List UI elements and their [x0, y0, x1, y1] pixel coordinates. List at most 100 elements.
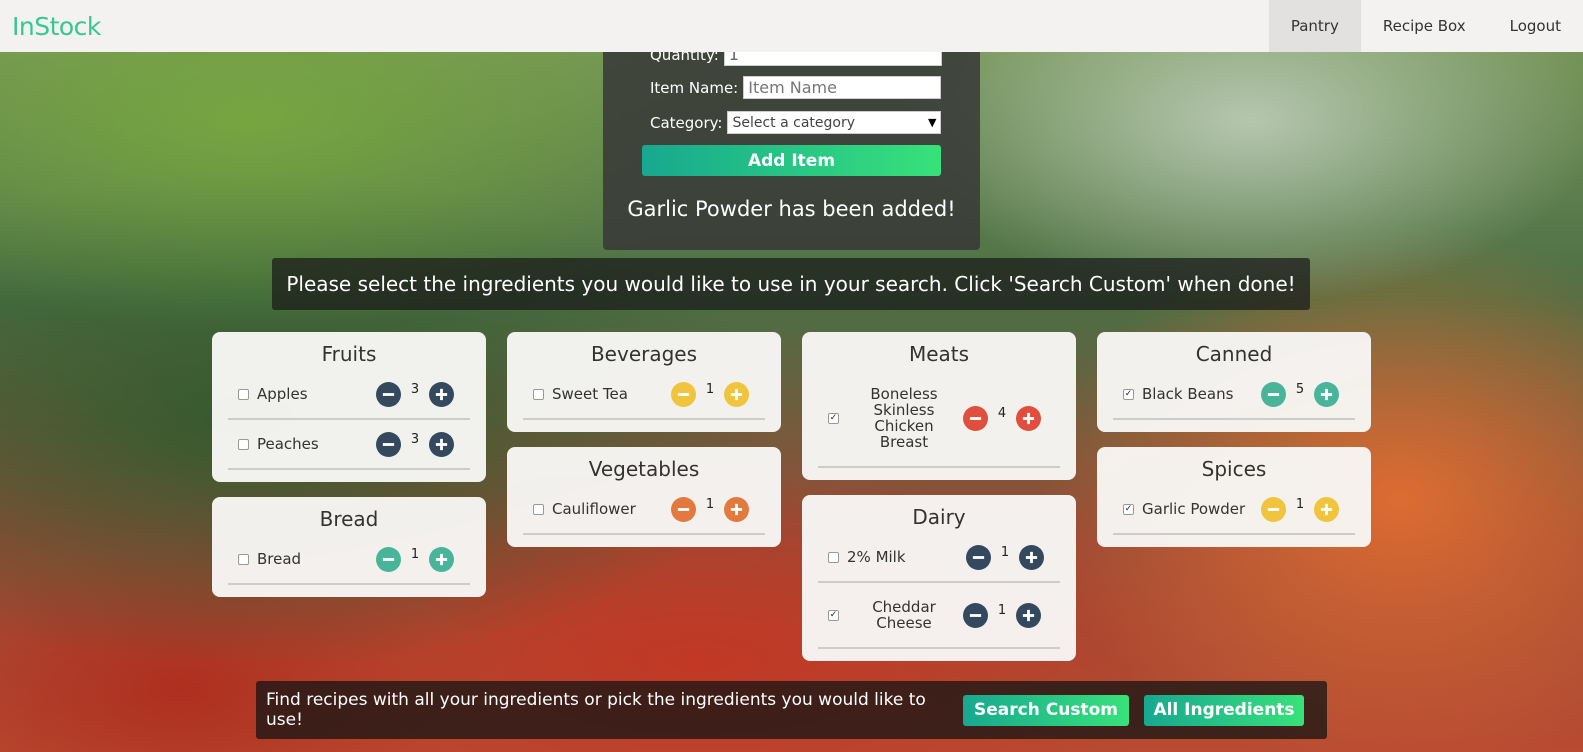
item-name-label: Item Name: [650, 78, 739, 97]
item-quantity: 1 [997, 602, 1007, 618]
decrement-button[interactable] [671, 381, 696, 407]
qty-controls: 1 [963, 602, 1041, 628]
decrement-button[interactable] [963, 602, 988, 628]
item-name: Sweet Tea [552, 385, 628, 403]
item-quantity: 1 [410, 546, 420, 562]
plus-icon [1320, 388, 1333, 400]
navbar: InStock Pantry Recipe Box Logout [0, 0, 1583, 52]
item-checkbox[interactable] [533, 503, 544, 515]
card-title: Bread [319, 507, 379, 531]
qty-controls: 1 [671, 496, 749, 522]
item-checkbox[interactable] [238, 388, 249, 400]
item-checkbox[interactable] [238, 553, 249, 565]
list-item: Cauliflower 1 [523, 485, 765, 535]
search-custom-button[interactable]: Search Custom [963, 694, 1129, 726]
increment-button[interactable] [429, 381, 454, 407]
card-title: Meats [908, 342, 970, 366]
increment-button[interactable] [1016, 405, 1041, 431]
item-quantity: 1 [705, 381, 715, 397]
item-checkbox[interactable]: ✓ [1123, 388, 1134, 400]
nav-logout[interactable]: Logout [1488, 0, 1583, 52]
increment-button[interactable] [1314, 496, 1339, 522]
qty-controls: 3 [376, 381, 454, 407]
category-selected: Select a category [732, 114, 856, 131]
minus-icon [382, 557, 395, 561]
decrement-button[interactable] [376, 381, 401, 407]
item-name-row: Item Name: [650, 76, 942, 99]
item-name: Cheddar Cheese [872, 598, 936, 632]
qty-controls: 1 [671, 381, 749, 407]
minus-icon [677, 392, 690, 396]
nav-pantry[interactable]: Pantry [1268, 0, 1361, 52]
recipe-search-bar: Find recipes with all your ingredients o… [256, 681, 1327, 739]
decrement-button[interactable] [1261, 381, 1286, 407]
item-checkbox[interactable] [238, 438, 249, 450]
minus-icon [969, 613, 982, 617]
card-title: Canned [1195, 342, 1273, 366]
increment-button[interactable] [724, 381, 749, 407]
category-card-canned: Canned ✓ Black Beans 5 [1097, 332, 1371, 432]
card-title: Beverages [590, 342, 698, 366]
decrement-button[interactable] [376, 546, 401, 572]
add-item-button[interactable]: Add Item [642, 145, 941, 176]
plus-icon [1025, 551, 1038, 563]
status-message: Garlic Powder has been added! [627, 197, 956, 221]
item-checkbox[interactable]: ✓ [828, 412, 839, 424]
chevron-down-icon: ▼ [928, 116, 937, 129]
item-name: Cauliflower [552, 500, 636, 518]
item-name: Garlic Powder [1142, 500, 1246, 518]
category-label: Category: [650, 113, 723, 132]
list-item: ✓ Boneless Skinless Chicken Breast 4 [818, 370, 1060, 468]
qty-controls: 1 [1261, 496, 1339, 522]
increment-button[interactable] [724, 496, 749, 522]
list-item: ✓ Cheddar Cheese 1 [818, 583, 1060, 649]
qty-controls: 1 [376, 546, 454, 572]
item-quantity: 5 [1295, 381, 1305, 397]
plus-icon [1022, 609, 1035, 621]
qty-controls: 3 [376, 431, 454, 457]
brand-logo[interactable]: InStock [12, 12, 101, 41]
plus-icon [1022, 412, 1035, 424]
decrement-button[interactable] [966, 544, 991, 570]
nav-recipe-box[interactable]: Recipe Box [1361, 0, 1488, 52]
decrement-button[interactable] [376, 431, 401, 457]
increment-button[interactable] [1016, 602, 1041, 628]
item-checkbox[interactable] [828, 551, 839, 563]
increment-button[interactable] [1314, 381, 1339, 407]
category-card-bread: Bread Bread 1 [212, 497, 486, 597]
minus-icon [382, 442, 395, 446]
minus-icon [1267, 507, 1280, 511]
nav-links: Pantry Recipe Box Logout [1268, 0, 1583, 52]
search-instruction: Find recipes with all your ingredients o… [266, 690, 926, 730]
increment-button[interactable] [429, 546, 454, 572]
card-title: Spices [1201, 457, 1267, 481]
item-name-input[interactable] [743, 76, 942, 99]
increment-button[interactable] [1019, 544, 1044, 570]
item-checkbox[interactable] [533, 388, 544, 400]
minus-icon [382, 392, 395, 396]
increment-button[interactable] [429, 431, 454, 457]
item-name: Apples [257, 385, 308, 403]
list-item: Peaches 3 [228, 420, 470, 470]
list-item: 2% Milk 1 [818, 533, 1060, 583]
card-title: Vegetables [588, 457, 700, 481]
qty-controls: 1 [966, 544, 1044, 570]
qty-controls: 4 [963, 405, 1041, 431]
item-quantity: 3 [410, 381, 420, 397]
category-card-beverages: Beverages Sweet Tea 1 [507, 332, 781, 432]
category-card-spices: Spices ✓ Garlic Powder 1 [1097, 447, 1371, 547]
item-name: Black Beans [1142, 385, 1234, 403]
item-checkbox[interactable]: ✓ [828, 609, 839, 621]
list-item: Apples 3 [228, 370, 470, 420]
all-ingredients-button[interactable]: All Ingredients [1144, 694, 1304, 726]
plus-icon [435, 438, 448, 450]
item-name: Boneless Skinless Chicken Breast [870, 385, 938, 451]
item-checkbox[interactable]: ✓ [1123, 503, 1134, 515]
category-select[interactable]: Select a category ▼ [727, 111, 942, 134]
decrement-button[interactable] [1261, 496, 1286, 522]
instruction-banner: Please select the ingredients you would … [272, 258, 1310, 310]
item-quantity: 1 [705, 496, 715, 512]
decrement-button[interactable] [671, 496, 696, 522]
decrement-button[interactable] [963, 405, 988, 431]
category-row: Category: Select a category ▼ [650, 111, 942, 134]
